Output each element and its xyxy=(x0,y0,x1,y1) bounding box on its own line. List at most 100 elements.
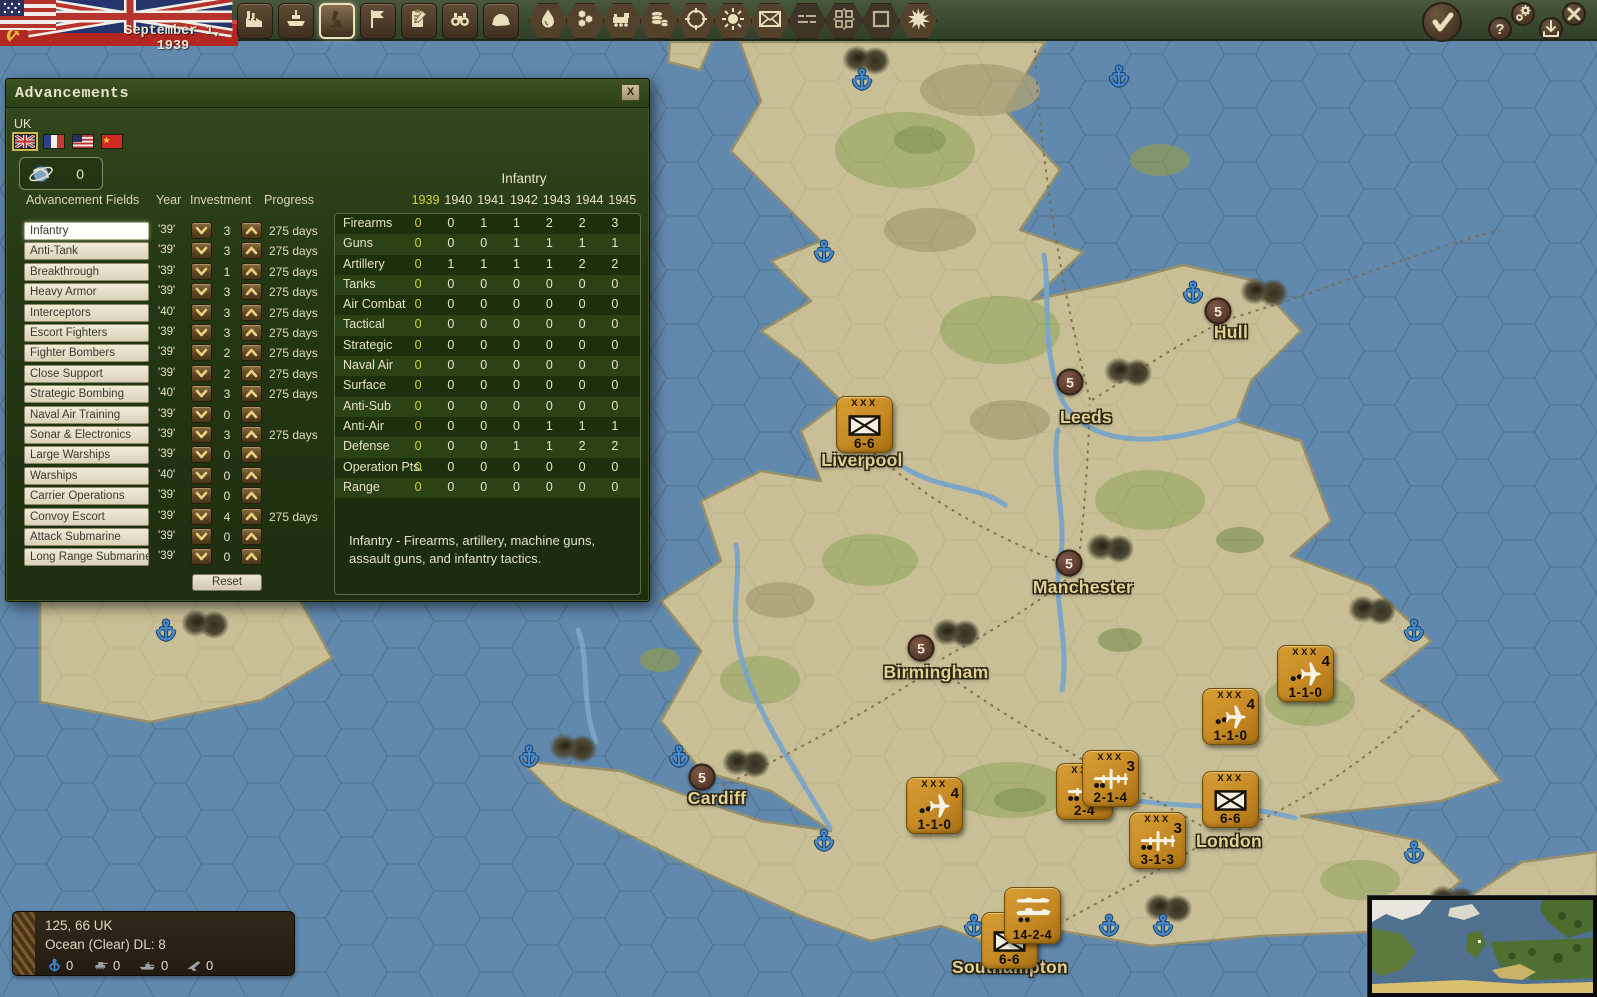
increase-investment-button[interactable] xyxy=(241,487,262,504)
flag-uk[interactable] xyxy=(14,134,36,149)
field-button-escort-fighters[interactable]: Escort Fighters xyxy=(24,324,149,342)
decrease-investment-button[interactable] xyxy=(191,426,212,443)
decrease-investment-button[interactable] xyxy=(191,242,212,259)
field-button-heavy-armor[interactable]: Heavy Armor xyxy=(24,283,149,301)
toolbar-messages-button[interactable] xyxy=(750,2,790,40)
field-button-infantry[interactable]: Infantry xyxy=(24,222,149,240)
increase-investment-button[interactable] xyxy=(241,508,262,525)
increase-investment-button[interactable] xyxy=(241,406,262,423)
increase-investment-button[interactable] xyxy=(241,548,262,565)
toolbar-research-button[interactable] xyxy=(319,3,355,39)
decrease-investment-button[interactable] xyxy=(191,222,212,239)
field-button-attack-submarine[interactable]: Attack Submarine xyxy=(24,528,149,546)
decrease-investment-button[interactable] xyxy=(191,548,212,565)
decrease-investment-button[interactable] xyxy=(191,365,212,382)
toolbar-diplomacy-button[interactable] xyxy=(360,3,396,39)
toolbar-hex-grid-button[interactable] xyxy=(824,2,864,40)
increase-investment-button[interactable] xyxy=(241,263,262,280)
increase-investment-button[interactable] xyxy=(241,426,262,443)
field-button-naval-air-training[interactable]: Naval Air Training xyxy=(24,406,149,424)
field-button-long-range-submarine[interactable]: Long Range Submarine xyxy=(24,548,149,566)
decrease-investment-button[interactable] xyxy=(191,487,212,504)
flag-usa[interactable] xyxy=(72,134,94,149)
toolbar-production-button[interactable] xyxy=(565,2,605,40)
decrease-investment-button[interactable] xyxy=(191,344,212,361)
increase-investment-button[interactable] xyxy=(241,385,262,402)
city-strength-badge[interactable]: 5 xyxy=(1205,298,1232,325)
hex-terrain: Ocean (Clear) DL: 8 xyxy=(45,937,166,952)
decrease-investment-button[interactable] xyxy=(191,385,212,402)
toolbar-save-button[interactable] xyxy=(1539,17,1563,41)
toolbar-weather-button[interactable] xyxy=(713,2,753,40)
increase-investment-button[interactable] xyxy=(241,528,262,545)
status-stat-warship: 0 xyxy=(139,956,168,974)
unit-counter-fleet[interactable]: 14-2-4 xyxy=(1004,887,1061,944)
decrease-investment-button[interactable] xyxy=(191,446,212,463)
unit-counter-infantry[interactable]: XXX6-6 xyxy=(836,396,893,453)
unit-counter-fighter[interactable]: XXX41-1-0 xyxy=(1277,645,1334,702)
increase-investment-button[interactable] xyxy=(241,344,262,361)
flag-france[interactable] xyxy=(43,134,65,149)
field-button-warships[interactable]: Warships xyxy=(24,467,149,485)
toolbar-targets-button[interactable] xyxy=(676,2,716,40)
increase-investment-button[interactable] xyxy=(241,304,262,321)
field-button-carrier-operations[interactable]: Carrier Operations xyxy=(24,487,149,505)
increase-investment-button[interactable] xyxy=(241,222,262,239)
city-strength-badge[interactable]: 5 xyxy=(908,635,935,662)
city-strength-badge[interactable]: 5 xyxy=(1056,550,1083,577)
decrease-investment-button[interactable] xyxy=(191,304,212,321)
reset-button[interactable]: Reset xyxy=(192,574,262,591)
unit-counter-infantry[interactable]: XXX6-6 xyxy=(1202,771,1259,828)
flag-china[interactable] xyxy=(101,134,123,149)
toolbar-intelligence-button[interactable] xyxy=(442,3,478,39)
decrease-investment-button[interactable] xyxy=(191,263,212,280)
toolbar-combat-button[interactable] xyxy=(898,2,938,40)
city-strength-badge[interactable]: 5 xyxy=(689,764,716,791)
city-label-leeds: Leeds xyxy=(1060,407,1112,428)
field-button-large-warships[interactable]: Large Warships xyxy=(24,446,149,464)
decrease-investment-button[interactable] xyxy=(191,283,212,300)
increase-investment-button[interactable] xyxy=(241,283,262,300)
dialog-close-button[interactable]: X xyxy=(621,84,640,101)
town-sprite xyxy=(172,598,238,650)
minimap[interactable] xyxy=(1368,896,1597,997)
toolbar-settings-button[interactable] xyxy=(1511,2,1535,26)
decrease-investment-button[interactable] xyxy=(191,406,212,423)
unit-counter-fighter[interactable]: XXX41-1-0 xyxy=(906,777,963,834)
increase-investment-button[interactable] xyxy=(241,467,262,484)
toolbar-fronts-button[interactable] xyxy=(787,2,827,40)
unit-counter-bomber[interactable]: XXX32-1-4 xyxy=(1082,750,1139,807)
city-strength-badge[interactable]: 5 xyxy=(1057,369,1084,396)
increase-investment-button[interactable] xyxy=(241,446,262,463)
increase-investment-button[interactable] xyxy=(241,324,262,341)
toolbar-units-button[interactable] xyxy=(483,3,519,39)
increase-investment-button[interactable] xyxy=(241,242,262,259)
toolbar-exit-button[interactable] xyxy=(1562,2,1586,26)
increase-investment-button[interactable] xyxy=(241,365,262,382)
unit-counter-bomber[interactable]: XXX33-1-3 xyxy=(1129,812,1186,869)
decrease-investment-button[interactable] xyxy=(191,528,212,545)
toolbar-supply-button[interactable] xyxy=(639,2,679,40)
toolbar-selection-button[interactable] xyxy=(861,2,901,40)
field-investment-value: 3 xyxy=(216,387,238,401)
decrease-investment-button[interactable] xyxy=(191,467,212,484)
field-button-breakthrough[interactable]: Breakthrough xyxy=(24,263,149,281)
field-button-fighter-bombers[interactable]: Fighter Bombers xyxy=(24,344,149,362)
toolbar-help-button[interactable]: ? xyxy=(1488,17,1512,41)
field-button-close-support[interactable]: Close Support xyxy=(24,365,149,383)
toolbar-resources-button[interactable] xyxy=(528,2,568,40)
decrease-investment-button[interactable] xyxy=(191,508,212,525)
research-points-button[interactable]: 0 xyxy=(19,157,103,190)
field-button-anti-tank[interactable]: Anti-Tank xyxy=(24,242,149,260)
field-button-interceptors[interactable]: Interceptors xyxy=(24,304,149,322)
field-button-sonar-electronics[interactable]: Sonar & Electronics xyxy=(24,426,149,444)
toolbar-reports-button[interactable] xyxy=(401,3,437,39)
unit-counter-fighter[interactable]: XXX41-1-0 xyxy=(1202,688,1259,745)
field-button-strategic-bombing[interactable]: Strategic Bombing xyxy=(24,385,149,403)
field-button-convoy-escort[interactable]: Convoy Escort xyxy=(24,508,149,526)
toolbar-end-turn-button[interactable] xyxy=(1422,2,1462,42)
toolbar-navy-button[interactable] xyxy=(278,3,314,39)
toolbar-rail-button[interactable] xyxy=(602,2,642,40)
decrease-investment-button[interactable] xyxy=(191,324,212,341)
toolbar-industry-button[interactable] xyxy=(237,3,273,39)
